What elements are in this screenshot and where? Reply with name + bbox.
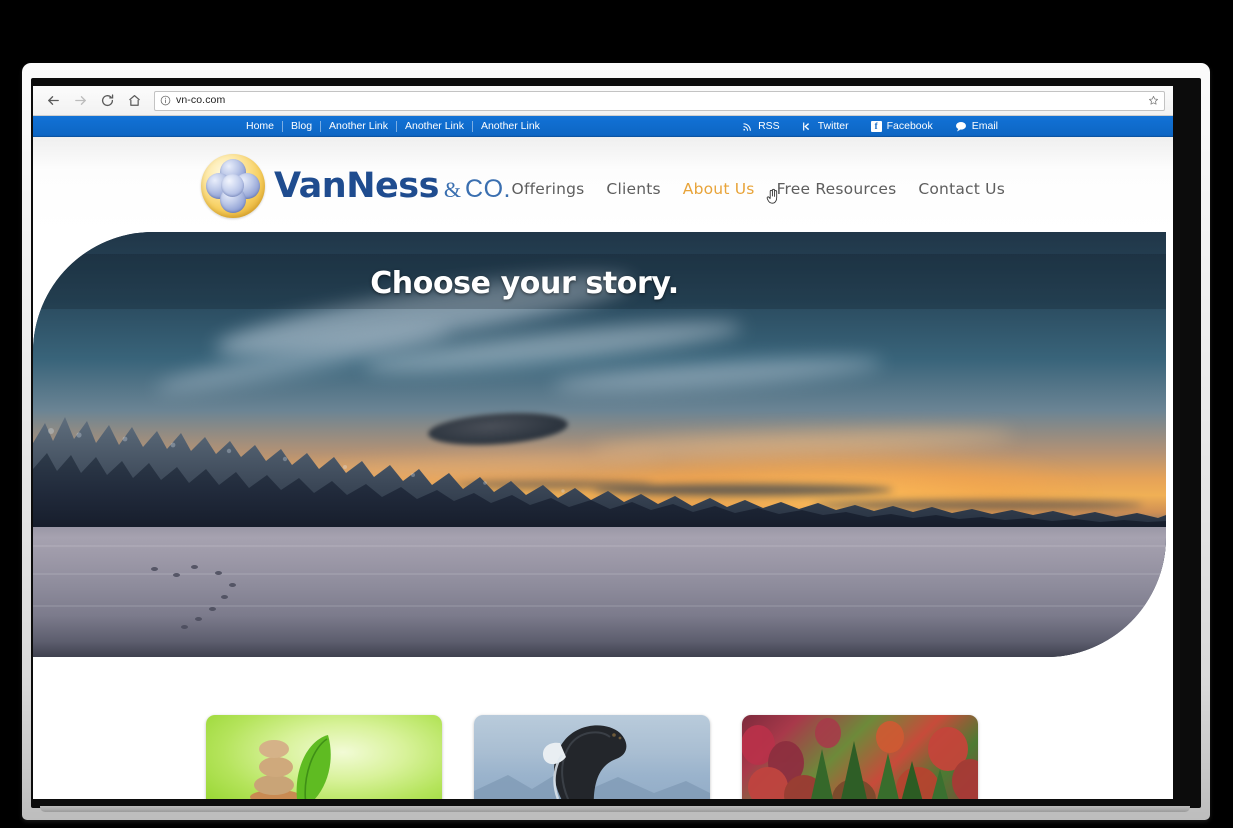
frozen-lake-snowfield <box>33 527 1166 657</box>
social-label-twitter: Twitter <box>817 120 849 133</box>
thumbnail-whale[interactable] <box>474 715 710 799</box>
utility-link-home[interactable]: Home <box>238 121 282 132</box>
email-icon <box>955 121 967 132</box>
utility-navbar: Home Blog Another Link Another Link Anot… <box>33 116 1173 137</box>
brand-name: VanNess <box>274 165 439 206</box>
social-link-rss[interactable]: RSS <box>742 121 780 132</box>
nav-item-contact-us[interactable]: Contact Us <box>918 180 1005 198</box>
url-text[interactable]: vn-co.com <box>176 95 1143 106</box>
utility-links: Home Blog Another Link Another Link Anot… <box>238 121 548 132</box>
home-button[interactable] <box>122 89 146 113</box>
nav-item-offerings[interactable]: Offerings <box>512 180 585 198</box>
rss-icon <box>742 121 753 132</box>
thumbnail-autumn-forest[interactable] <box>742 715 978 799</box>
feature-thumbnails-section <box>33 657 1173 799</box>
nav-item-clients[interactable]: Clients <box>606 180 660 198</box>
browser-toolbar: vn-co.com <box>33 86 1173 116</box>
address-bar[interactable]: vn-co.com <box>154 90 1165 111</box>
primary-navigation: Offerings Clients About Us Free Resource… <box>512 180 1005 198</box>
social-link-twitter[interactable]: Twitter <box>802 121 849 132</box>
forward-button[interactable] <box>68 89 92 113</box>
social-label-rss: RSS <box>758 120 780 133</box>
info-circle-icon[interactable] <box>160 95 171 106</box>
van-ness-spheres-logo <box>201 154 265 218</box>
hero-section: Choose your story. <box>33 232 1173 657</box>
thumbnail-row <box>206 715 978 799</box>
utility-link-blog[interactable]: Blog <box>283 121 320 132</box>
brand-suffix: CO. <box>465 174 511 203</box>
browser-window: vn-co.com Home Blog Another Link Another… <box>33 86 1173 799</box>
social-link-facebook[interactable]: f Facebook <box>870 120 933 133</box>
thumbnail-zen-stones[interactable] <box>206 715 442 799</box>
social-label-facebook: Facebook <box>886 120 933 133</box>
nav-item-free-resources[interactable]: Free Resources <box>777 180 897 198</box>
back-button[interactable] <box>41 89 65 113</box>
reload-button[interactable] <box>95 89 119 113</box>
monitor-stand-base <box>40 806 1190 812</box>
site-logo[interactable]: VanNess & CO. <box>201 154 511 218</box>
social-link-email[interactable]: Email <box>955 121 998 132</box>
facebook-icon: f <box>870 121 882 132</box>
brand-wordmark: VanNess & CO. <box>274 165 511 206</box>
utility-link-another-1[interactable]: Another Link <box>321 121 396 132</box>
brand-ampersand: & <box>443 176 462 202</box>
utility-link-another-2[interactable]: Another Link <box>397 121 472 132</box>
screenshot-stage: vn-co.com Home Blog Another Link Another… <box>0 0 1233 828</box>
logo-sphere-center <box>221 174 244 197</box>
social-links: RSS Twitter f Facebook Email <box>742 121 998 132</box>
hero-headline: Choose your story. <box>370 266 679 301</box>
social-label-email: Email <box>971 120 998 133</box>
utility-link-another-3[interactable]: Another Link <box>473 121 548 132</box>
site-header: VanNess & CO. Offerings Clients About Us… <box>33 137 1173 232</box>
twitter-icon <box>802 121 813 132</box>
hero-banner-image: Choose your story. <box>33 232 1166 657</box>
snowy-treeline <box>33 399 1166 529</box>
nav-item-about-us[interactable]: About Us <box>683 180 755 198</box>
star-icon[interactable] <box>1148 95 1159 106</box>
